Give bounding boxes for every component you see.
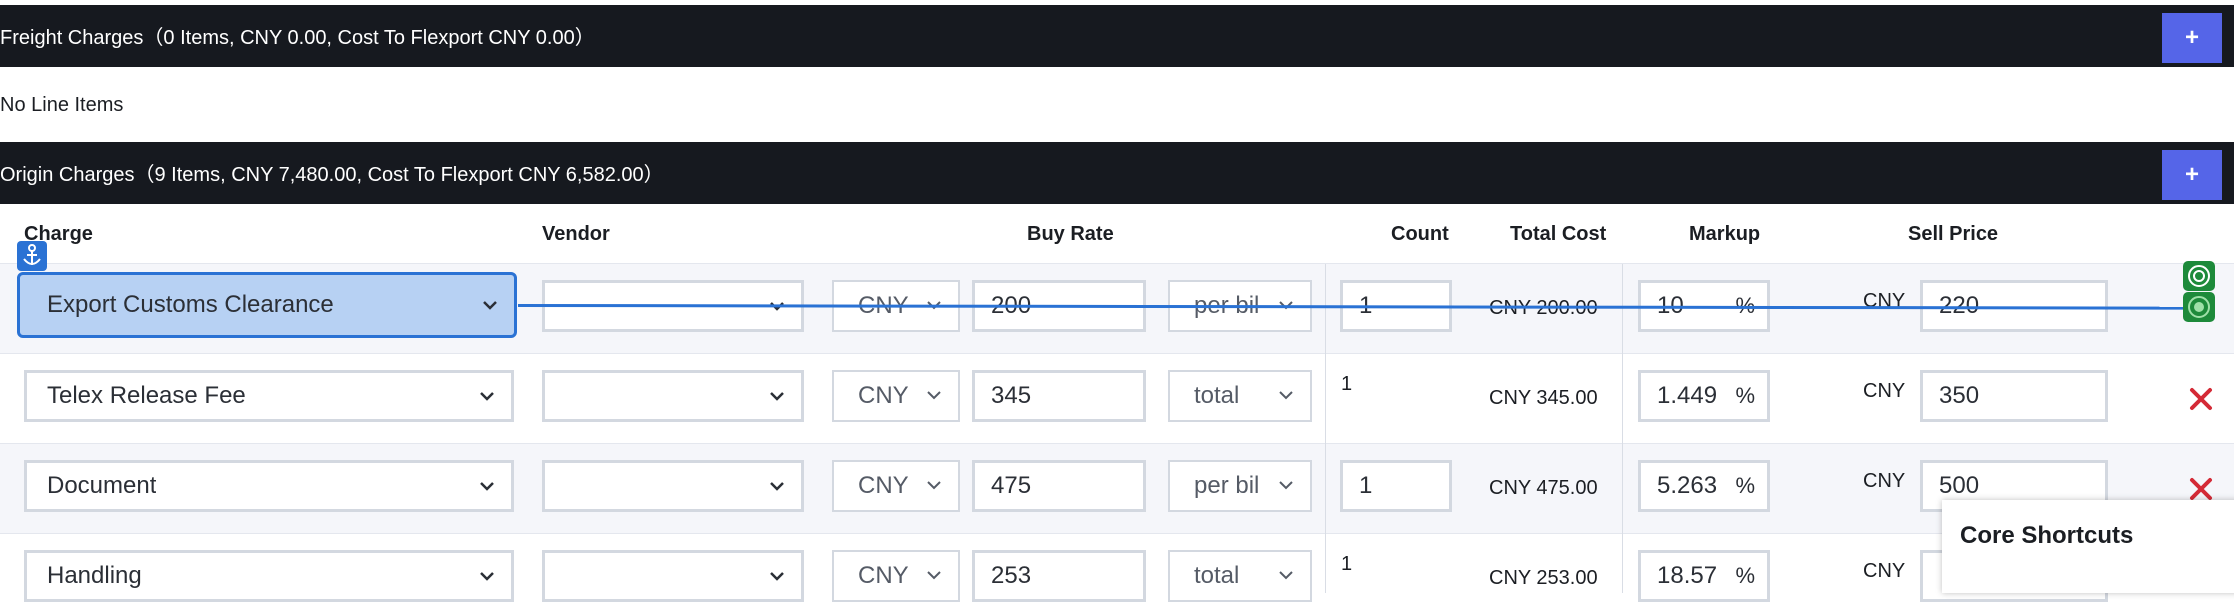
charge-select[interactable]: Document: [24, 460, 514, 512]
total-cost-value: CNY 475.00: [1489, 477, 1598, 499]
column-header-markup: Markup: [1689, 223, 1761, 245]
charge-select[interactable]: Export Customs Clearance: [17, 272, 517, 338]
currency-select[interactable]: CNY: [832, 550, 960, 602]
total-cost-value: CNY 253.00: [1489, 567, 1598, 589]
column-divider: [1622, 534, 1623, 593]
chevron-down-icon: [1279, 481, 1293, 490]
count-value: 1: [1341, 553, 1353, 575]
chevron-down-icon: [770, 572, 784, 581]
chevron-down-icon: [927, 571, 941, 580]
column-divider: [1325, 264, 1326, 354]
column-divider: [1622, 444, 1623, 534]
chevron-down-icon: [770, 482, 784, 491]
chevron-down-icon: [927, 481, 941, 490]
column-header-sell-price: Sell Price: [1908, 223, 1999, 245]
count-value: 1: [1341, 373, 1353, 395]
column-header-count: Count: [1391, 223, 1449, 245]
column-header-buy-rate: Buy Rate: [1027, 223, 1114, 245]
unit-select[interactable]: total: [1168, 550, 1312, 602]
core-shortcuts-title: Core Shortcuts: [1960, 522, 2134, 549]
add-origin-charge-button[interactable]: +: [2162, 150, 2222, 200]
sell-price-input[interactable]: 350: [1920, 370, 2108, 422]
column-divider: [1622, 354, 1623, 444]
column-divider: [1622, 264, 1623, 354]
chevron-down-icon: [770, 392, 784, 401]
markup-input[interactable]: 1.449 %: [1638, 370, 1770, 422]
currency-select[interactable]: CNY: [832, 370, 960, 422]
currency-select[interactable]: CNY: [832, 460, 960, 512]
vendor-select[interactable]: [542, 370, 804, 422]
unit-select[interactable]: per bil: [1168, 460, 1312, 512]
sell-currency-label: CNY: [1863, 470, 1906, 492]
table-row: Handling CNY 253 total 1 CNY 253.00 18.5…: [0, 534, 2234, 602]
target-active-icon[interactable]: [2183, 292, 2215, 322]
vendor-select[interactable]: [542, 460, 804, 512]
delete-icon[interactable]: [2186, 384, 2216, 414]
chevron-down-icon: [480, 392, 494, 401]
chevron-down-icon: [480, 482, 494, 491]
column-divider: [1325, 534, 1326, 593]
freight-charges-title: Freight Charges（0 Items, CNY 0.00, Cost …: [0, 27, 595, 49]
column-header-vendor: Vendor: [542, 223, 610, 245]
total-cost-value: CNY 345.00: [1489, 387, 1598, 409]
sell-currency-label: CNY: [1863, 560, 1906, 582]
vendor-select[interactable]: [542, 550, 804, 602]
charge-select[interactable]: Telex Release Fee: [24, 370, 514, 422]
origin-charges-header: Origin Charges（9 Items, CNY 7,480.00, Co…: [0, 142, 2234, 204]
table-row: Telex Release Fee CNY 345 total 1 CNY 34…: [0, 354, 2234, 444]
column-divider: [1325, 354, 1326, 444]
chevron-down-icon: [480, 572, 494, 581]
table-row: Document CNY 475 per bil 1 CNY 475.00 5.…: [0, 444, 2234, 534]
sell-currency-label: CNY: [1863, 380, 1906, 402]
column-divider: [1325, 444, 1326, 534]
chevron-down-icon: [1279, 571, 1293, 580]
column-header-total-cost: Total Cost: [1510, 223, 1607, 245]
sell-currency-label: CNY: [1863, 290, 1906, 312]
unit-select[interactable]: total: [1168, 370, 1312, 422]
add-freight-charge-button[interactable]: +: [2162, 13, 2222, 63]
buy-rate-input[interactable]: 253: [972, 550, 1146, 602]
buy-rate-input[interactable]: 475: [972, 460, 1146, 512]
buy-rate-input[interactable]: 345: [972, 370, 1146, 422]
chevron-down-icon: [483, 301, 497, 310]
markup-input[interactable]: 5.263 %: [1638, 460, 1770, 512]
no-line-items-text: No Line Items: [0, 94, 124, 116]
chevron-down-icon: [1279, 391, 1293, 400]
markup-input[interactable]: 18.57 %: [1638, 550, 1770, 602]
core-shortcuts-popup[interactable]: Core Shortcuts: [1942, 500, 2234, 593]
origin-charges-title: Origin Charges（9 Items, CNY 7,480.00, Co…: [0, 164, 664, 186]
charge-select[interactable]: Handling: [24, 550, 514, 602]
anchor-icon[interactable]: [17, 241, 47, 271]
chevron-down-icon: [927, 391, 941, 400]
count-input[interactable]: 1: [1340, 460, 1452, 512]
freight-charges-header: Freight Charges（0 Items, CNY 0.00, Cost …: [0, 5, 2234, 67]
target-icon[interactable]: [2183, 261, 2215, 291]
